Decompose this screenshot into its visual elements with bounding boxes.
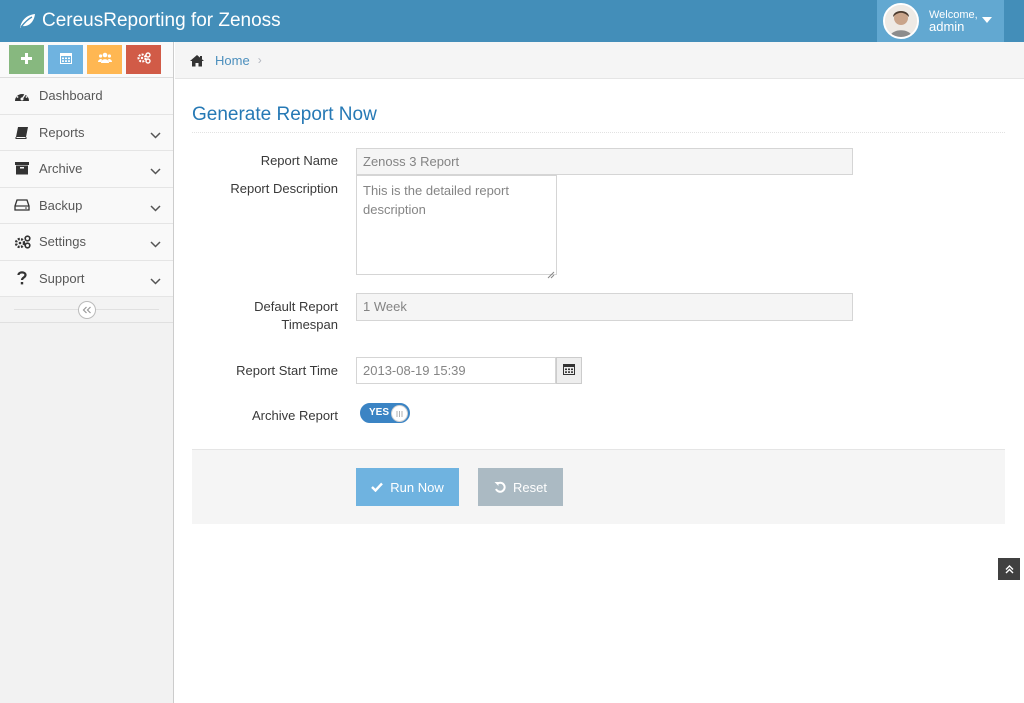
shortcut-cogs-button[interactable] xyxy=(126,45,161,74)
report-description-text: This is the detailed report description xyxy=(363,183,509,217)
cogs-icon xyxy=(137,51,151,68)
undo-icon xyxy=(494,481,506,493)
shortcut-calendar-button[interactable] xyxy=(48,45,83,74)
sidebar-shortcuts xyxy=(0,42,173,78)
resize-grip-icon[interactable] xyxy=(547,265,555,279)
user-menu[interactable]: Welcome, admin xyxy=(877,0,1004,42)
question-icon xyxy=(12,271,32,285)
sidebar-item-settings[interactable]: Settings xyxy=(0,224,173,261)
navbar: CereusReporting for Zenoss Welcome, admi… xyxy=(0,0,1024,42)
chevron-down-icon xyxy=(150,236,161,251)
brand[interactable]: CereusReporting for Zenoss xyxy=(18,0,281,42)
double-chevron-left-icon[interactable] xyxy=(78,301,96,319)
page-header: Generate Report Now xyxy=(192,104,1005,133)
archive-report-label: Archive Report xyxy=(252,408,338,423)
sidebar-item-label: Backup xyxy=(39,197,83,213)
archive-report-toggle[interactable]: YES xyxy=(360,403,410,423)
reset-label: Reset xyxy=(513,479,547,495)
chevron-down-icon xyxy=(150,127,161,142)
page-title: Generate Report Now xyxy=(192,104,377,125)
toggle-knob xyxy=(391,405,408,422)
chevron-down-icon xyxy=(150,273,161,288)
sidebar: Dashboard Reports Archive Backup Setting… xyxy=(0,42,174,703)
sidebar-nav: Dashboard Reports Archive Backup Setting… xyxy=(0,78,173,297)
breadcrumb-home-link[interactable]: Home xyxy=(215,53,250,68)
run-now-label: Run Now xyxy=(390,479,444,495)
toggle-state-label: YES xyxy=(369,407,390,418)
book-icon xyxy=(12,126,32,139)
chevron-down-icon xyxy=(150,163,161,178)
chevron-down-icon xyxy=(150,200,161,215)
shortcut-add-button[interactable] xyxy=(9,45,44,74)
sidebar-item-label: Support xyxy=(39,270,85,286)
app-title: CereusReporting for Zenoss xyxy=(42,10,281,31)
avatar xyxy=(883,3,919,39)
reset-button[interactable]: Reset xyxy=(478,468,563,506)
welcome-text: Welcome, admin xyxy=(929,9,978,33)
caret-down-icon xyxy=(982,17,992,23)
report-start-time-input[interactable]: 2013-08-19 15:39 xyxy=(356,357,556,384)
cogs-icon xyxy=(12,235,32,249)
report-name-label: Report Name xyxy=(260,153,338,168)
dashboard-icon xyxy=(12,89,32,102)
default-timespan-label: Default Report Timespan xyxy=(254,298,338,334)
run-now-button[interactable]: Run Now xyxy=(356,468,459,506)
shortcut-group-button[interactable] xyxy=(87,45,122,74)
scroll-up-button[interactable] xyxy=(998,558,1020,580)
sidebar-item-label: Archive xyxy=(39,161,83,177)
date-picker-button[interactable] xyxy=(556,357,582,384)
calendar-icon xyxy=(59,51,72,68)
report-name-input[interactable]: Zenoss 3 Report xyxy=(356,148,853,175)
timespan-label-line1: Default Report xyxy=(254,299,338,314)
sidebar-item-reports[interactable]: Reports xyxy=(0,114,173,151)
home-icon xyxy=(189,54,205,67)
user-name: admin xyxy=(929,19,965,34)
report-description-label: Report Description xyxy=(230,181,338,196)
sidebar-item-label: Settings xyxy=(39,234,86,250)
report-description-textarea[interactable]: This is the detailed report description xyxy=(356,175,557,279)
plus-icon xyxy=(21,51,32,68)
sidebar-item-dashboard[interactable]: Dashboard xyxy=(0,78,173,115)
breadcrumb: Home › xyxy=(175,42,1024,79)
group-icon xyxy=(97,51,112,68)
timespan-label-line2: Timespan xyxy=(281,317,338,332)
sidebar-collapse xyxy=(0,297,173,323)
sidebar-item-label: Reports xyxy=(39,124,85,140)
check-icon xyxy=(371,482,384,492)
sidebar-item-label: Dashboard xyxy=(39,88,103,104)
sidebar-item-backup[interactable]: Backup xyxy=(0,187,173,224)
form-actions: Run Now Reset xyxy=(192,449,1005,524)
leaf-icon xyxy=(18,13,36,29)
hdd-icon xyxy=(12,199,32,211)
report-start-time-label: Report Start Time xyxy=(236,363,338,378)
default-timespan-input[interactable]: 1 Week xyxy=(356,293,853,321)
calendar-icon xyxy=(563,363,575,378)
chevron-right-icon: › xyxy=(257,53,262,67)
sidebar-item-archive[interactable]: Archive xyxy=(0,151,173,188)
archive-icon xyxy=(12,162,32,175)
double-chevron-up-icon xyxy=(1005,562,1014,577)
sidebar-item-support[interactable]: Support xyxy=(0,260,173,297)
